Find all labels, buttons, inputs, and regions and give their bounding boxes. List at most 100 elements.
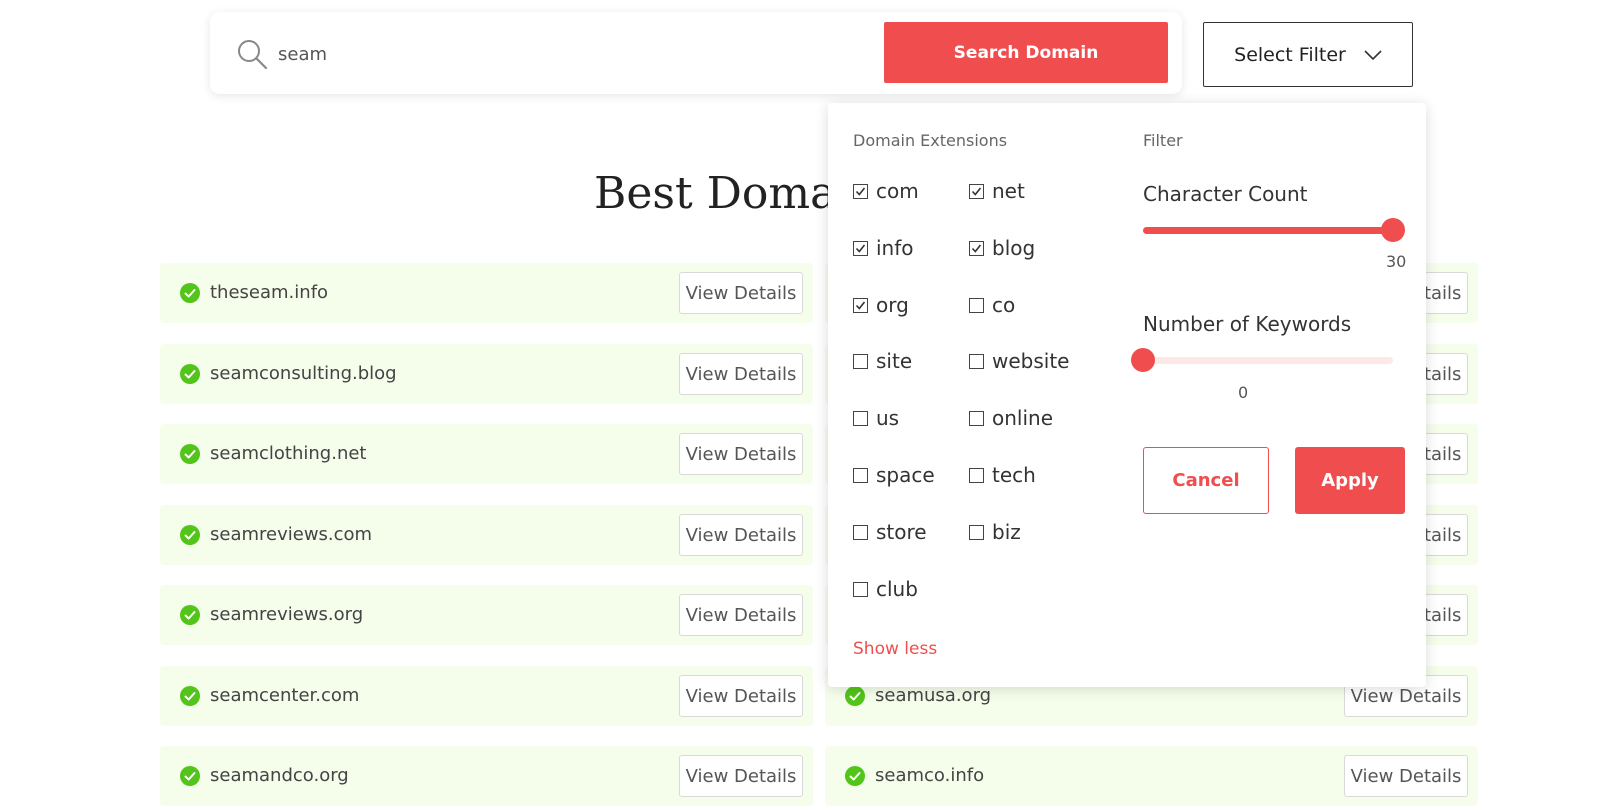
extension-option[interactable]: space (853, 463, 935, 487)
check-circle-icon (845, 686, 865, 706)
checkbox-unchecked[interactable] (853, 524, 868, 540)
checkbox-checked[interactable] (853, 240, 868, 256)
checkbox-unchecked[interactable] (969, 297, 984, 313)
domain-name: seamandco.org (210, 765, 349, 786)
checkbox-unchecked[interactable] (853, 410, 868, 426)
domain-name: seamco.info (875, 765, 985, 786)
view-details-button[interactable]: View Details (679, 353, 803, 395)
extension-option[interactable]: tech (969, 463, 1036, 487)
domain-row: seamreviews.com View Details (160, 505, 813, 565)
extension-option[interactable]: com (853, 179, 919, 203)
extension-label: org (876, 293, 909, 317)
character-count-handle[interactable] (1381, 218, 1405, 242)
extension-option[interactable]: online (969, 406, 1053, 430)
character-count-fill (1143, 227, 1393, 234)
domain-row: seamconsulting.blog View Details (160, 344, 813, 404)
view-details-button[interactable]: View Details (679, 514, 803, 556)
select-filter-label: Select Filter (1234, 43, 1346, 66)
checkbox-checked[interactable] (969, 240, 984, 256)
check-circle-icon (845, 766, 865, 786)
select-filter-button[interactable]: Select Filter (1203, 22, 1413, 87)
extension-label: com (876, 179, 919, 203)
domain-name: seamcenter.com (210, 685, 360, 706)
checkbox-unchecked[interactable] (969, 410, 984, 426)
chevron-down-icon (1364, 49, 1382, 60)
extension-label: club (876, 577, 918, 601)
check-circle-icon (180, 283, 200, 303)
extension-label: website (992, 349, 1070, 373)
domain-name: seamclothing.net (210, 443, 367, 464)
domain-row: seamandco.org View Details (160, 746, 813, 806)
extension-option[interactable]: website (969, 349, 1069, 373)
extension-option[interactable]: co (969, 293, 1015, 317)
checkbox-checked[interactable] (853, 183, 868, 199)
extension-label: net (992, 179, 1025, 203)
view-details-button[interactable]: View Details (1344, 755, 1468, 797)
extension-label: site (876, 349, 913, 373)
extension-option[interactable]: blog (969, 236, 1035, 260)
extension-option[interactable]: org (853, 293, 909, 317)
search-icon (238, 40, 268, 70)
extension-label: biz (992, 520, 1021, 544)
view-details-button[interactable]: View Details (679, 272, 803, 314)
extension-label: blog (992, 236, 1036, 260)
domain-name: seamreviews.com (210, 524, 373, 545)
checkbox-checked[interactable] (853, 297, 868, 313)
keywords-handle[interactable] (1131, 348, 1155, 372)
check-circle-icon (180, 525, 200, 545)
domain-name: seamconsulting.blog (210, 363, 397, 384)
view-details-button[interactable]: View Details (679, 433, 803, 475)
extension-option[interactable]: info (853, 236, 914, 260)
cancel-button[interactable]: Cancel (1143, 447, 1269, 514)
extension-label: store (876, 520, 927, 544)
extension-option[interactable]: net (969, 179, 1025, 203)
keywords-track[interactable] (1143, 357, 1393, 364)
extension-label: co (992, 293, 1016, 317)
check-circle-icon (180, 766, 200, 786)
domain-row: seamclothing.net View Details (160, 424, 813, 484)
extensions-heading: Domain Extensions (853, 131, 1008, 150)
domain-name: theseam.info (210, 282, 329, 303)
search-bar: Search Domain (210, 12, 1182, 94)
extension-option[interactable]: biz (969, 520, 1021, 544)
extension-label: tech (992, 463, 1036, 487)
domain-row: seamreviews.org View Details (160, 585, 813, 645)
view-details-button[interactable]: View Details (679, 594, 803, 636)
filter-dropdown-panel: Domain Extensions Filter com net info blog o… (828, 103, 1426, 687)
checkbox-unchecked[interactable] (969, 524, 984, 540)
checkbox-unchecked[interactable] (853, 581, 868, 597)
search-input[interactable] (276, 36, 840, 72)
show-less-link[interactable]: Show less (853, 639, 937, 659)
extension-option[interactable]: site (853, 349, 912, 373)
apply-button[interactable]: Apply (1295, 447, 1405, 514)
checkbox-checked[interactable] (969, 183, 984, 199)
check-circle-icon (180, 605, 200, 625)
keywords-value: 0 (1238, 383, 1249, 402)
domain-row: seamcenter.com View Details (160, 666, 813, 726)
search-domain-button[interactable]: Search Domain (884, 22, 1168, 83)
extension-option[interactable]: us (853, 406, 899, 430)
checkbox-unchecked[interactable] (853, 353, 868, 369)
checkbox-unchecked[interactable] (853, 467, 868, 483)
view-details-button[interactable]: View Details (679, 675, 803, 717)
check-circle-icon (180, 364, 200, 384)
check-circle-icon (180, 444, 200, 464)
keywords-label: Number of Keywords (1143, 312, 1352, 336)
filter-heading: Filter (1143, 131, 1183, 150)
checkbox-unchecked[interactable] (969, 353, 984, 369)
domain-name: seamreviews.org (210, 604, 364, 625)
domain-row: theseam.info View Details (160, 263, 813, 323)
domain-row: seamco.info View Details (825, 746, 1478, 806)
checkbox-unchecked[interactable] (969, 467, 984, 483)
character-count-value: 30 (1386, 252, 1407, 271)
extension-option[interactable]: store (853, 520, 927, 544)
extension-label: info (876, 236, 914, 260)
extension-label: space (876, 463, 935, 487)
extension-label: online (992, 406, 1054, 430)
extension-label: us (876, 406, 900, 430)
check-circle-icon (180, 686, 200, 706)
character-count-label: Character Count (1143, 182, 1308, 206)
domain-name: seamusa.org (875, 685, 992, 706)
view-details-button[interactable]: View Details (679, 755, 803, 797)
extension-option[interactable]: club (853, 577, 918, 601)
